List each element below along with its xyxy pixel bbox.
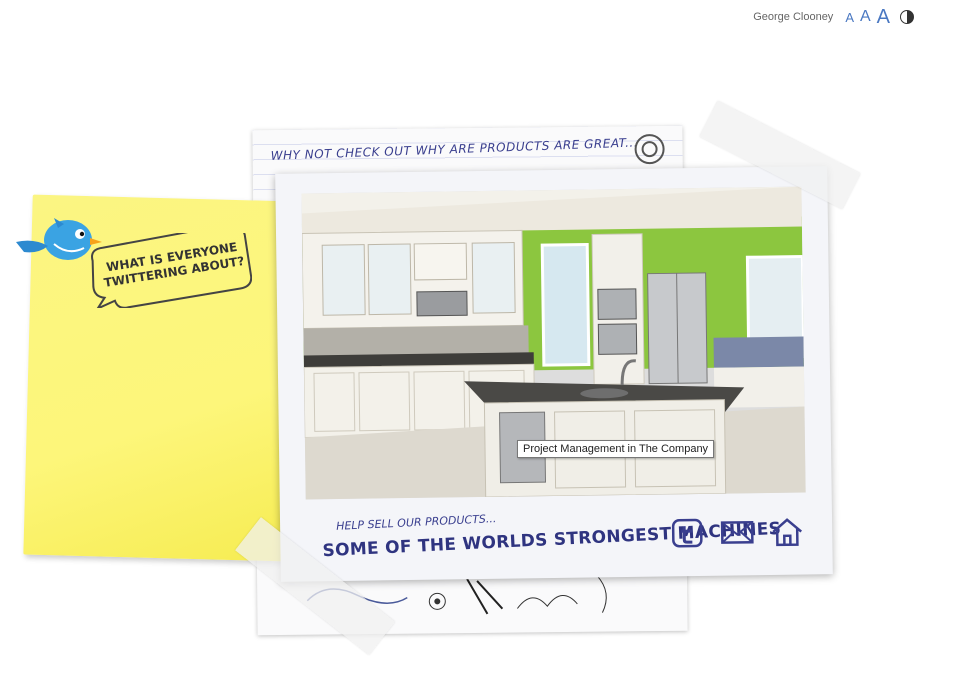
- user-name[interactable]: George Clooney: [753, 11, 833, 23]
- spiral-icon: [634, 133, 665, 165]
- caption-small: HELP SELL OUR PRODUCTS...: [335, 512, 497, 533]
- font-size-medium-button[interactable]: A: [860, 9, 871, 25]
- font-size-large-button[interactable]: A: [877, 7, 890, 27]
- social-icons: [670, 517, 804, 549]
- contrast-icon[interactable]: [900, 10, 914, 24]
- twitter-icon[interactable]: [670, 518, 704, 548]
- mail-icon[interactable]: [720, 517, 754, 547]
- home-icon[interactable]: [770, 517, 804, 547]
- accessibility-bar: George Clooney A A A: [753, 6, 914, 28]
- image-tooltip: Project Management in The Company: [517, 440, 715, 458]
- product-polaroid: HELP SELL OUR PRODUCTS... SOME OF THE WO…: [275, 166, 833, 582]
- font-size-small-button[interactable]: A: [845, 11, 854, 24]
